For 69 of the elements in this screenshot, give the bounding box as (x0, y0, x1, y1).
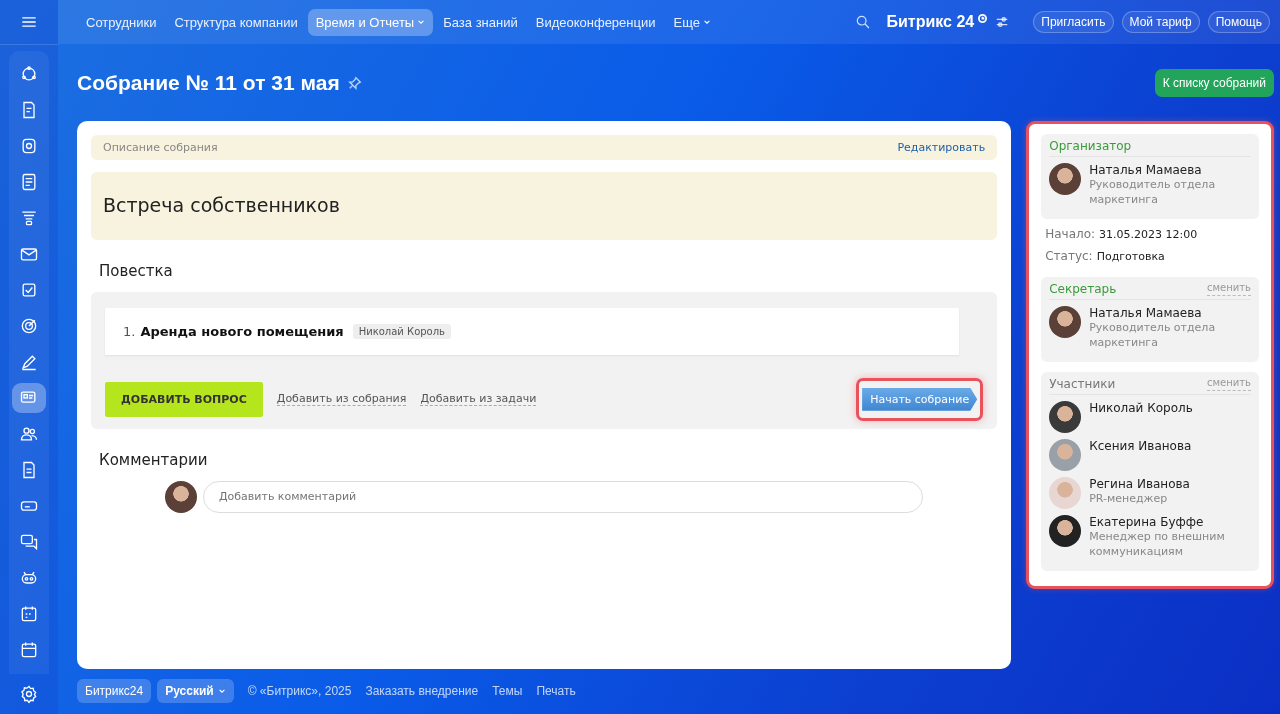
start-meeting-button[interactable]: Начать собрание (862, 387, 978, 411)
section-heading: Секретарь (1049, 281, 1117, 296)
page-title: Собрание № 11 от 31 мая (77, 71, 340, 96)
edit-link[interactable]: Редактировать (897, 140, 986, 154)
person-name[interactable]: Наталья Мамаева (1089, 162, 1251, 177)
settings-icon[interactable] (19, 684, 39, 704)
back-to-list-button[interactable]: К списку собраний (1154, 69, 1274, 98)
brand-button[interactable]: Битрикс24 (77, 679, 152, 704)
nav-tab[interactable]: Видеоконференции (527, 8, 664, 36)
language-button[interactable]: Русский (157, 679, 234, 704)
search-icon[interactable] (854, 14, 871, 30)
nav-tab[interactable]: Еще (665, 8, 719, 36)
change-link[interactable]: сменить (1207, 376, 1251, 391)
field-label: Статус: (1045, 248, 1093, 263)
field-value: Подготовка (1096, 249, 1165, 263)
avatar (1049, 305, 1082, 338)
nav-tab[interactable]: Структура компании (166, 8, 306, 36)
avatar (1049, 514, 1082, 547)
footer-link[interactable]: Темы (492, 684, 523, 699)
header-button[interactable]: Помощь (1207, 11, 1270, 33)
change-link[interactable]: сменить (1207, 281, 1251, 296)
item-number: 1. (123, 323, 136, 339)
person-name[interactable]: Николай Король (1089, 400, 1193, 415)
app-icon (19, 316, 39, 336)
footer-link[interactable]: Печать (536, 684, 576, 699)
person-position: Руководитель отдела маркетинга (1089, 176, 1217, 207)
avatar (1049, 162, 1082, 195)
avatar (1049, 476, 1082, 509)
footer-link[interactable]: Заказать внедрение (365, 684, 479, 699)
section-title: Комментарии (99, 450, 209, 469)
field-value: 31.05.2023 12:00 (1099, 227, 1198, 241)
chevron-down-icon (217, 687, 226, 696)
section-title: Повестка (99, 261, 174, 280)
clock-icon (978, 14, 988, 23)
app-icon (19, 352, 39, 372)
nav-tab[interactable]: Сотрудники (78, 8, 165, 36)
nav-tab[interactable]: База знаний (435, 8, 526, 36)
person-position: Менеджер по внешним коммуникациям (1089, 529, 1226, 559)
sliders-icon[interactable] (995, 15, 1010, 29)
description-text: Встреча собственников (91, 171, 998, 240)
nav-tab[interactable]: Время и Отчеты (307, 8, 434, 36)
copyright: © «Битрикс», 2025 (247, 684, 352, 699)
person-name[interactable]: Ксения Иванова (1089, 438, 1192, 453)
header-button[interactable]: Мой тариф (1121, 11, 1200, 33)
add-question-button[interactable]: ДОБАВИТЬ ВОПРОС (105, 381, 263, 417)
pin-icon[interactable] (347, 76, 362, 91)
add-link[interactable]: Добавить из собрания (276, 392, 407, 407)
agenda-item-title[interactable]: Аренда нового помещения (140, 323, 344, 339)
add-link[interactable]: Добавить из задачи (420, 392, 537, 407)
comment-field[interactable]: Добавить комментарий (203, 480, 923, 513)
header-button[interactable]: Пригласить (1033, 11, 1114, 33)
person-position: PR-менеджер (1089, 490, 1169, 506)
person-name[interactable]: Регина Иванова (1089, 476, 1190, 491)
person-name[interactable]: Наталья Мамаева (1089, 305, 1251, 320)
avatar (1049, 438, 1082, 471)
avatar (1049, 400, 1082, 433)
description-label: Описание собрания (103, 140, 218, 154)
logo[interactable]: Битрикс 24 (886, 13, 975, 31)
person-position: Руководитель отдела маркетинга (1089, 319, 1217, 350)
section-heading: Организатор (1049, 138, 1132, 153)
responsible-tag: Николай Король (352, 323, 451, 339)
sidebar-item[interactable] (12, 383, 46, 413)
app-icon (19, 640, 39, 660)
app-icon (19, 532, 39, 552)
section-heading: Участники (1049, 376, 1116, 391)
field-label: Начало: (1045, 226, 1096, 241)
person-name[interactable]: Екатерина Буффе (1089, 514, 1251, 529)
avatar (165, 480, 197, 513)
app-icon (19, 604, 39, 624)
